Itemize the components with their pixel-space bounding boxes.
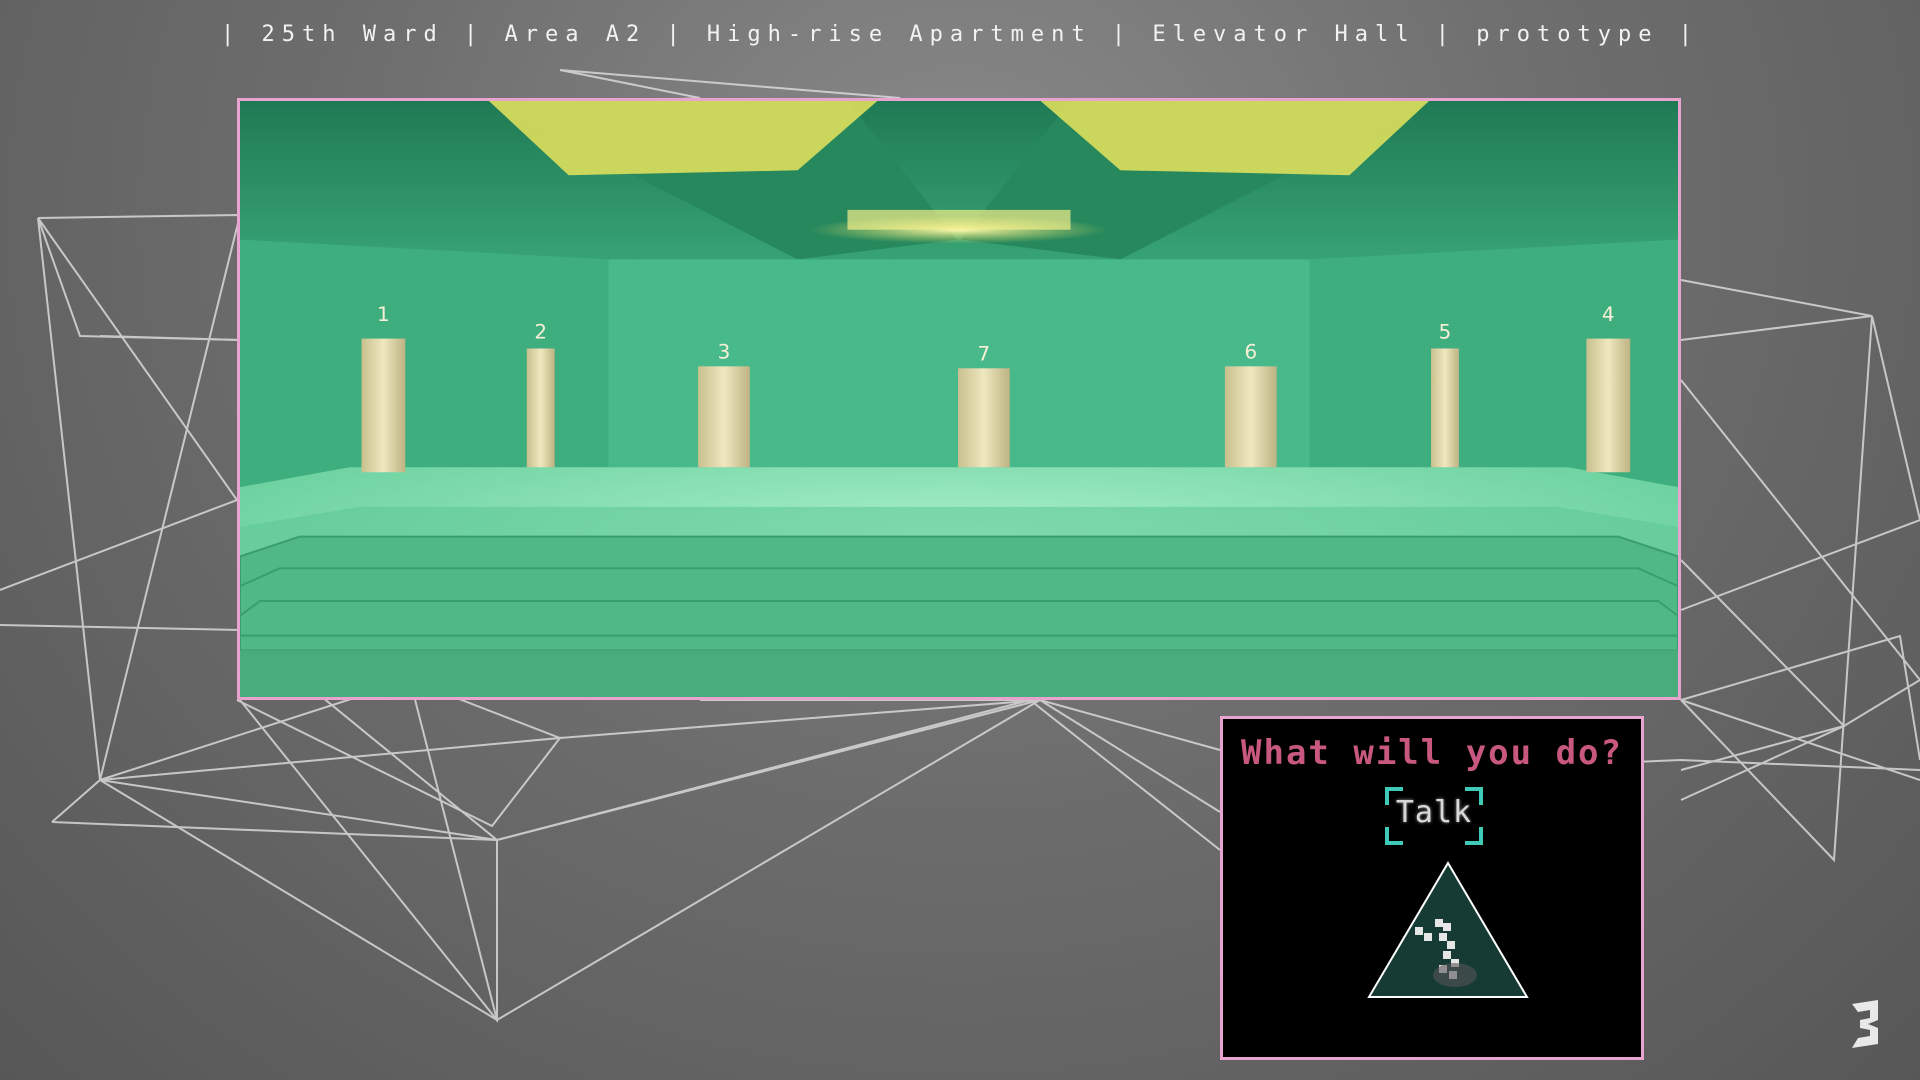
triangle-character-icon[interactable]	[1363, 859, 1533, 1009]
talk-option[interactable]: Talk	[1385, 787, 1483, 845]
elevator-number: 3	[718, 340, 731, 363]
elevator-number: 5	[1439, 321, 1452, 344]
studio-logo-icon	[1852, 1000, 1878, 1048]
elevator-number: 1	[377, 303, 390, 326]
elevator-hall-scene: 1 2 3 7 6 5 4	[237, 98, 1681, 700]
action-menu-panel: What will you do? Talk	[1220, 716, 1644, 1060]
menu-prompt: What will you do?	[1241, 733, 1623, 773]
elevator-number: 6	[1244, 340, 1257, 363]
elevator-number: 7	[978, 342, 991, 365]
talk-option-label: Talk	[1395, 795, 1473, 830]
location-breadcrumb: | 25th Ward | Area A2 | High-rise Apartm…	[221, 22, 1699, 47]
elevator-number: 2	[534, 321, 547, 344]
elevator-number: 4	[1602, 303, 1615, 326]
